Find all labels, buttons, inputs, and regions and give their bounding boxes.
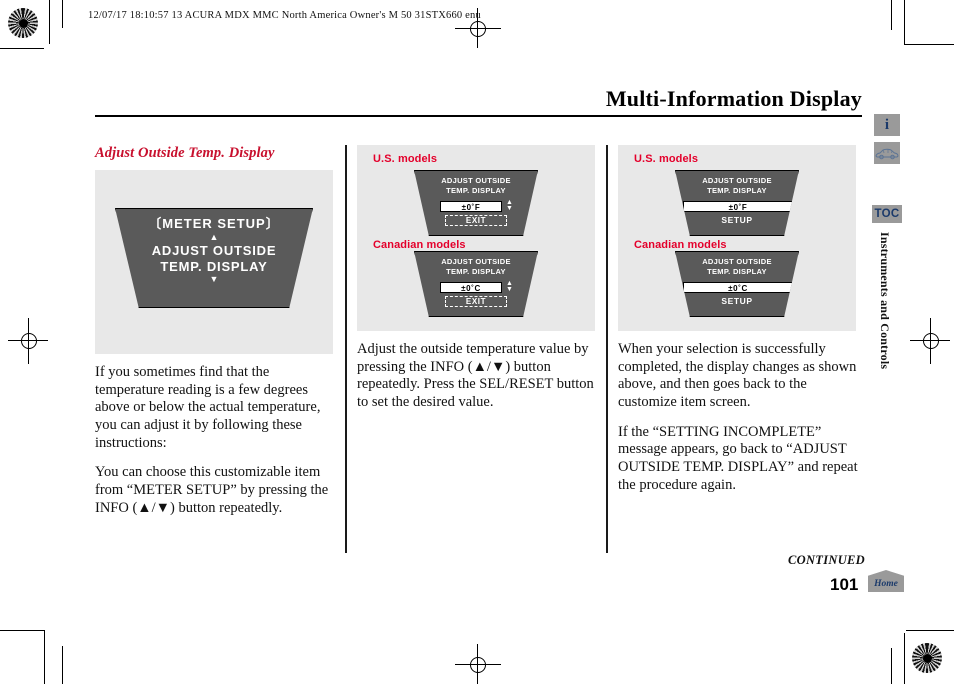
- meter-title: 〔METER SETUP〕: [148, 216, 280, 231]
- meter-title-line-1: ADJUST OUTSIDE: [441, 176, 511, 185]
- meter-title-line-2: TEMP. DISPLAY: [446, 185, 506, 195]
- vehicle-icon[interactable]: [874, 142, 900, 164]
- crop-line: [49, 0, 50, 44]
- registration-cross-left: [8, 318, 48, 364]
- meter-title-line-1: ADJUST OUTSIDE: [702, 176, 772, 185]
- label-canadian-models: Canadian models: [373, 239, 466, 251]
- registration-bullseye-bottom-right: [912, 643, 942, 673]
- registration-bullseye-top-left: [8, 8, 38, 38]
- crop-line: [904, 633, 905, 684]
- label-us-models: U.S. models: [373, 153, 438, 165]
- home-badge[interactable]: Home: [868, 570, 904, 592]
- section-heading: Adjust Outside Temp. Display: [95, 145, 275, 161]
- meter-title-line-2: TEMP. DISPLAY: [446, 266, 506, 276]
- crop-line: [62, 646, 63, 684]
- crop-line: [62, 0, 63, 28]
- meter-title-line-1: ADJUST OUTSIDE: [702, 257, 772, 266]
- crop-line: [0, 630, 44, 631]
- meter-canadian-adjust: ADJUST OUTSIDE TEMP. DISPLAY ±0˚C ▲ ▼ EXI…: [414, 251, 538, 317]
- continued-label: CONTINUED: [788, 553, 866, 567]
- toc-badge[interactable]: TOC: [872, 205, 902, 223]
- paragraph: If the “SETTING INCOMPLETE” message appe…: [618, 423, 858, 493]
- temperature-value: ±0˚C: [440, 282, 502, 294]
- value-row: ±0˚C: [676, 282, 798, 294]
- up-arrow-icon: ▲: [209, 232, 219, 243]
- paragraph: When your selection is successfully comp…: [618, 341, 857, 411]
- paragraph: Adjust the outside temperature value by …: [357, 341, 594, 411]
- spinner-arrows-icon: ▲ ▼: [506, 199, 513, 213]
- down-arrow-icon: ▼: [209, 274, 219, 285]
- label-canadian-models: Canadian models: [634, 239, 727, 251]
- info-icon-glyph: i: [884, 116, 890, 133]
- crop-line: [906, 630, 954, 631]
- label-us-models: U.S. models: [634, 153, 699, 165]
- value-row: ±0˚F ▲ ▼: [415, 199, 537, 213]
- registration-cross-right: [910, 318, 950, 364]
- crop-line: [891, 648, 892, 684]
- setup-status-text: SETUP: [721, 296, 753, 307]
- side-section-label: Instruments and Controls: [878, 232, 892, 370]
- meter-line-2: TEMP. DISPLAY: [160, 258, 268, 274]
- meter-title: ADJUST OUTSIDE TEMP. DISPLAY: [676, 171, 798, 195]
- crop-line: [891, 0, 892, 30]
- meter-title-line-2: TEMP. DISPLAY: [707, 266, 767, 276]
- illustration-setup-confirm: U.S. models ADJUST OUTSIDE TEMP. DISPLAY…: [618, 145, 856, 331]
- value-row: ±0˚F: [676, 201, 798, 213]
- page-title: Multi-Information Display: [605, 86, 862, 111]
- crop-line: [44, 630, 45, 684]
- middle-column-body: Adjust the outside temperature value by …: [357, 341, 597, 412]
- left-column-body: If you sometimes find that the temperatu…: [95, 364, 335, 518]
- paragraph: If you sometimes find that the temperatu…: [95, 364, 321, 451]
- print-slug: 12/07/17 18:10:57 13 ACURA MDX MMC North…: [88, 10, 481, 21]
- home-badge-label: Home: [874, 579, 898, 589]
- crop-line: [0, 48, 44, 49]
- meter-title-line-2: TEMP. DISPLAY: [707, 185, 767, 195]
- meter-title: ADJUST OUTSIDE TEMP. DISPLAY: [676, 252, 798, 276]
- crop-line: [904, 0, 905, 44]
- info-icon[interactable]: i: [874, 114, 900, 136]
- meter-title-line-1: ADJUST OUTSIDE: [441, 257, 511, 266]
- illustration-adjust-value: U.S. models ADJUST OUTSIDE TEMP. DISPLAY…: [357, 145, 595, 331]
- illustration-meter-setup: 〔METER SETUP〕 ▲ ADJUST OUTSIDE TEMP. DIS…: [95, 170, 333, 354]
- meter-us-setup: ADJUST OUTSIDE TEMP. DISPLAY ±0˚F SETUP: [675, 170, 799, 236]
- paragraph: You can choose this customizable item fr…: [95, 464, 329, 516]
- setup-status-text: SETUP: [721, 215, 753, 226]
- temperature-value: ±0˚F: [440, 201, 502, 213]
- middle-column: U.S. models ADJUST OUTSIDE TEMP. DISPLAY…: [357, 145, 597, 424]
- value-row: ±0˚C ▲ ▼: [415, 280, 537, 294]
- title-divider-rule: [95, 115, 862, 117]
- meter-title: ADJUST OUTSIDE TEMP. DISPLAY: [415, 171, 537, 195]
- exit-button-graphic: EXIT: [445, 296, 507, 308]
- left-column: Adjust Outside Temp. Display 〔METER SETU…: [95, 145, 335, 530]
- spinner-arrows-icon: ▲ ▼: [506, 280, 513, 294]
- page-number: 101: [830, 575, 859, 594]
- meter-canadian-setup: ADJUST OUTSIDE TEMP. DISPLAY ±0˚C SETUP: [675, 251, 799, 317]
- temperature-value: ±0˚F: [683, 201, 793, 213]
- temperature-value: ±0˚C: [683, 282, 793, 294]
- right-column-body: When your selection is successfully comp…: [618, 341, 858, 495]
- exit-button-graphic: EXIT: [445, 215, 507, 227]
- column-divider-2: [606, 145, 608, 553]
- right-column: U.S. models ADJUST OUTSIDE TEMP. DISPLAY…: [618, 145, 858, 507]
- meter-display-graphic: 〔METER SETUP〕 ▲ ADJUST OUTSIDE TEMP. DIS…: [115, 208, 313, 308]
- car-icon-shape: [875, 148, 899, 159]
- meter-title: ADJUST OUTSIDE TEMP. DISPLAY: [415, 252, 537, 276]
- registration-cross-bottom: [455, 644, 501, 684]
- column-divider-1: [345, 145, 347, 553]
- meter-line-1: ADJUST OUTSIDE: [151, 243, 277, 259]
- crop-line: [904, 44, 954, 45]
- meter-us-adjust: ADJUST OUTSIDE TEMP. DISPLAY ±0˚F ▲ ▼ EXI…: [414, 170, 538, 236]
